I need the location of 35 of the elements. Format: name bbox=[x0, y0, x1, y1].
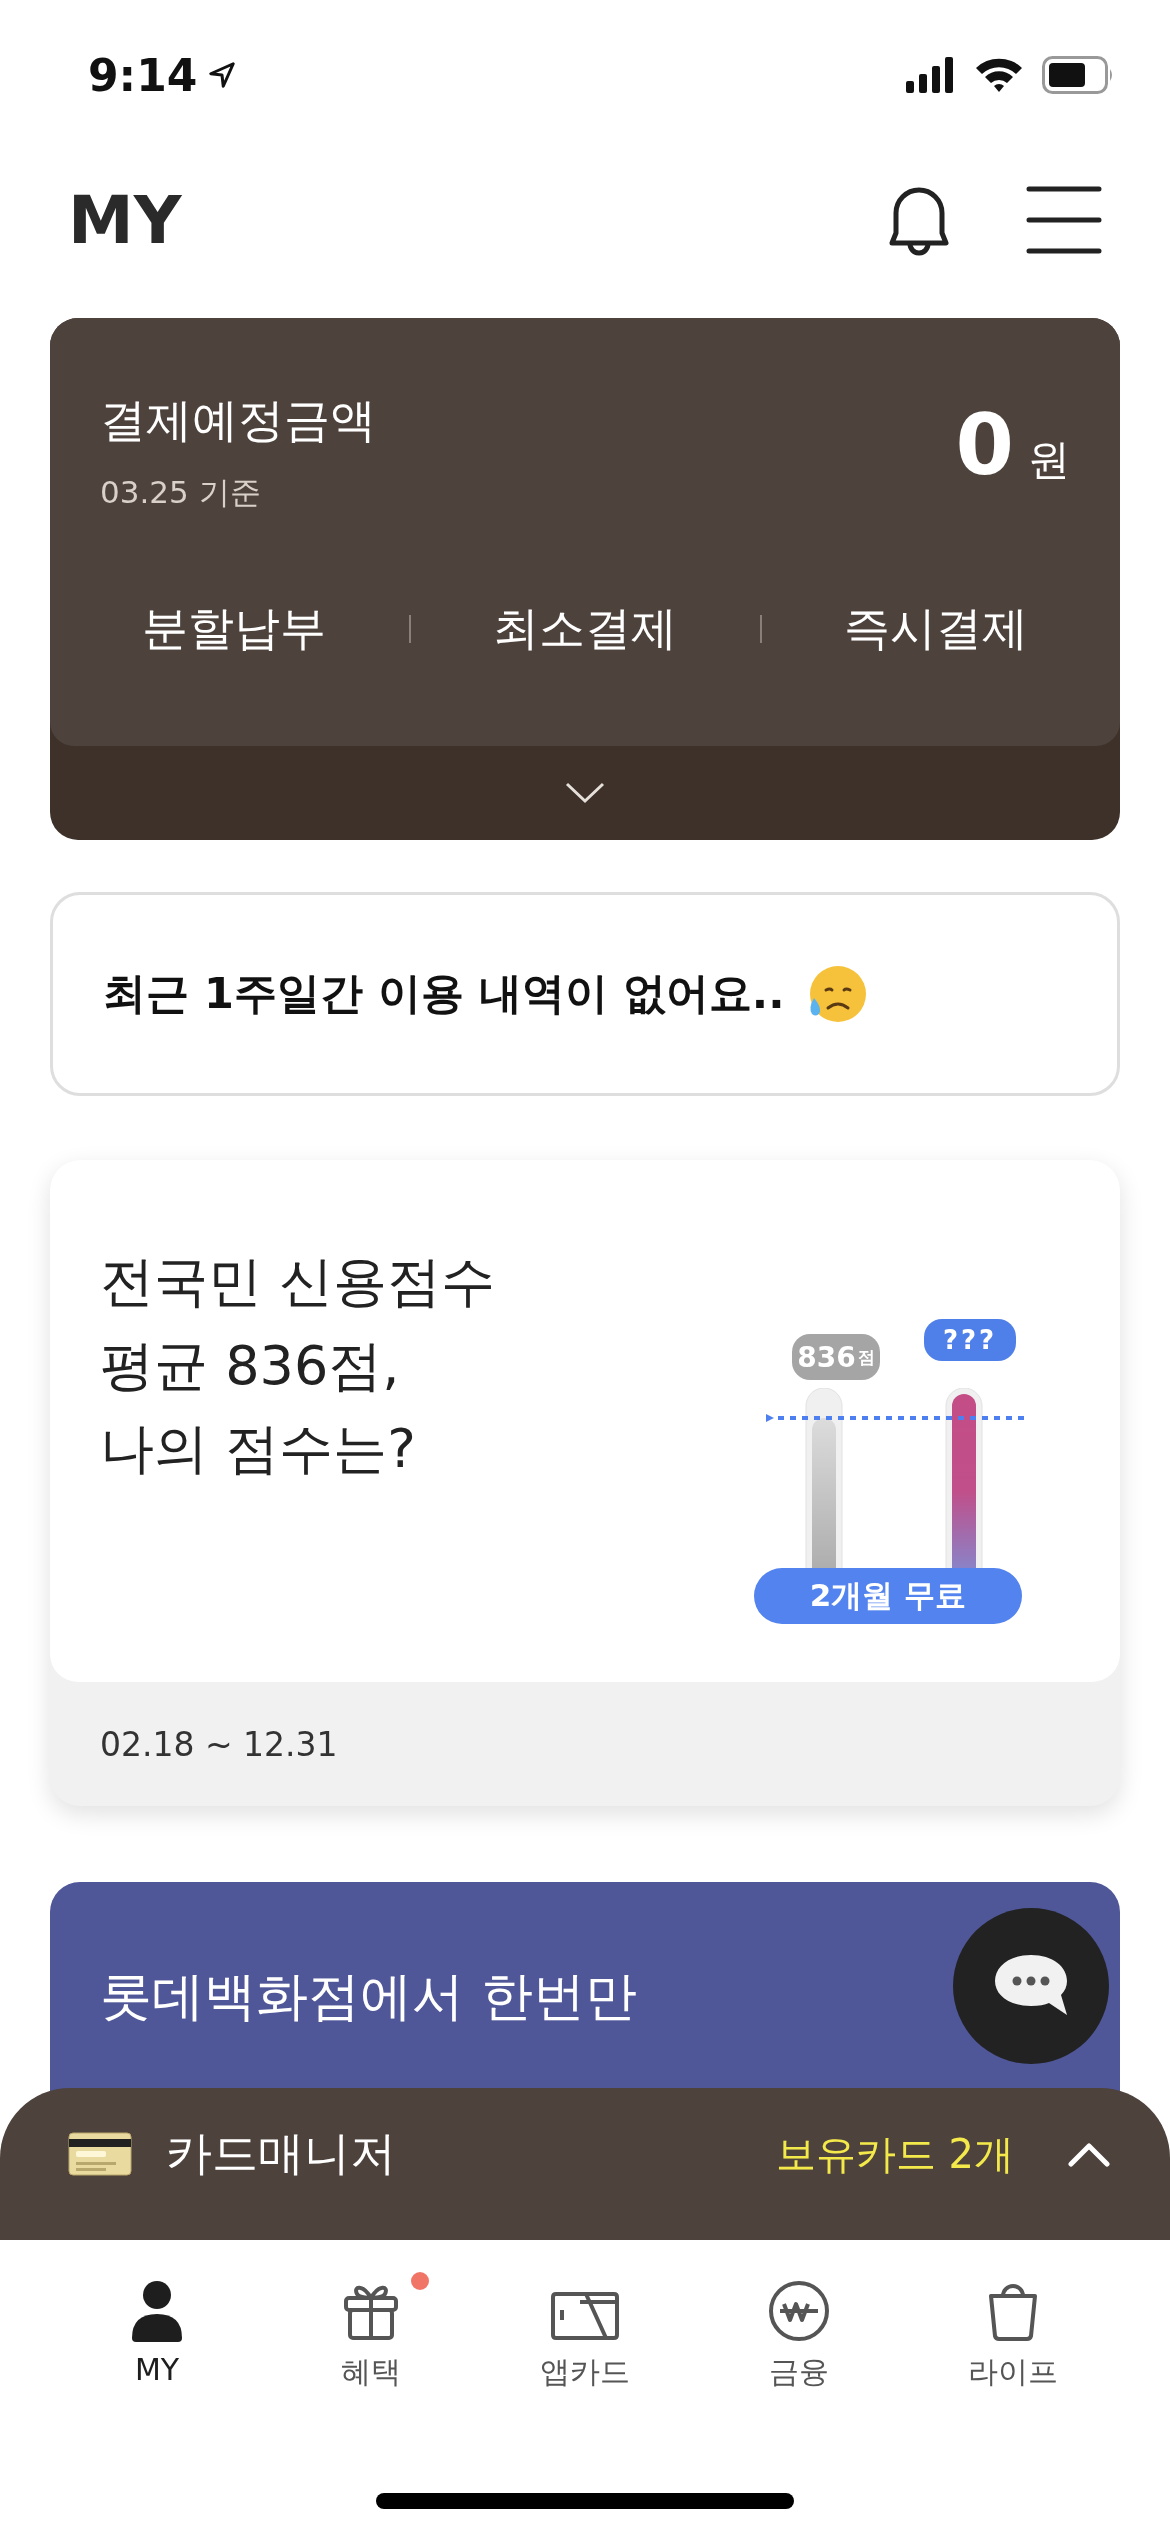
chevron-up-icon[interactable] bbox=[1068, 2141, 1110, 2167]
page-title: MY bbox=[68, 181, 182, 259]
credit-card-icon bbox=[68, 2132, 132, 2176]
tab-bar-item[interactable]: 혜택 bbox=[264, 2240, 478, 2400]
card-count: 보유카드 2개 bbox=[775, 2129, 1014, 2179]
signal-icon bbox=[906, 57, 956, 93]
status-time: 9:14 bbox=[88, 49, 198, 101]
currency-unit: 원 bbox=[1028, 434, 1070, 486]
banner-text: 롯데백화점에서 한번만 bbox=[100, 1966, 637, 2026]
tab-bar-item[interactable]: 금융 bbox=[692, 2240, 906, 2400]
promo-banner[interactable]: 롯데백화점에서 한번만 bbox=[50, 1882, 1120, 2092]
payment-action-button[interactable]: 분할납부 bbox=[142, 588, 326, 670]
promo-period: 02.18 ~ 12.31 bbox=[100, 1724, 338, 1764]
card-manager-title: 카드매니저 bbox=[166, 2125, 396, 2182]
tab-bar-item[interactable]: 앱카드 bbox=[478, 2240, 692, 2400]
tab-bar-item[interactable]: MY bbox=[50, 2240, 264, 2400]
won-coin-icon bbox=[768, 2280, 830, 2342]
notice-text: 최근 1주일간 이용 내역이 없어요.. bbox=[103, 967, 785, 1020]
chevron-down-icon[interactable] bbox=[565, 782, 605, 804]
tab-bar-item[interactable]: 라이프 bbox=[906, 2240, 1120, 2400]
free-trial-badge: 2개월 무료 bbox=[754, 1568, 1022, 1624]
battery-icon bbox=[1042, 56, 1114, 94]
card-icon bbox=[550, 2290, 620, 2342]
card-manager-bar[interactable]: 카드매니저 보유카드 2개 bbox=[0, 2088, 1170, 2240]
wifi-icon bbox=[974, 56, 1024, 94]
payment-title: 결제예정금액 bbox=[100, 392, 376, 449]
location-arrow-icon bbox=[207, 60, 238, 90]
menu-icon[interactable] bbox=[1026, 185, 1102, 255]
payment-date: 03.25 기준 bbox=[100, 473, 262, 512]
person-icon bbox=[129, 2280, 185, 2342]
unknown-score-tooltip: ??? bbox=[924, 1319, 1016, 1361]
payment-action-button[interactable]: 최소결제 bbox=[493, 588, 677, 670]
payment-amount: 0 bbox=[955, 396, 1014, 494]
payment-action-button[interactable]: 즉시결제 bbox=[844, 588, 1028, 670]
promo-heading: 전국민 신용점수 평균 836점, 나의 점수는? bbox=[100, 1249, 496, 1483]
